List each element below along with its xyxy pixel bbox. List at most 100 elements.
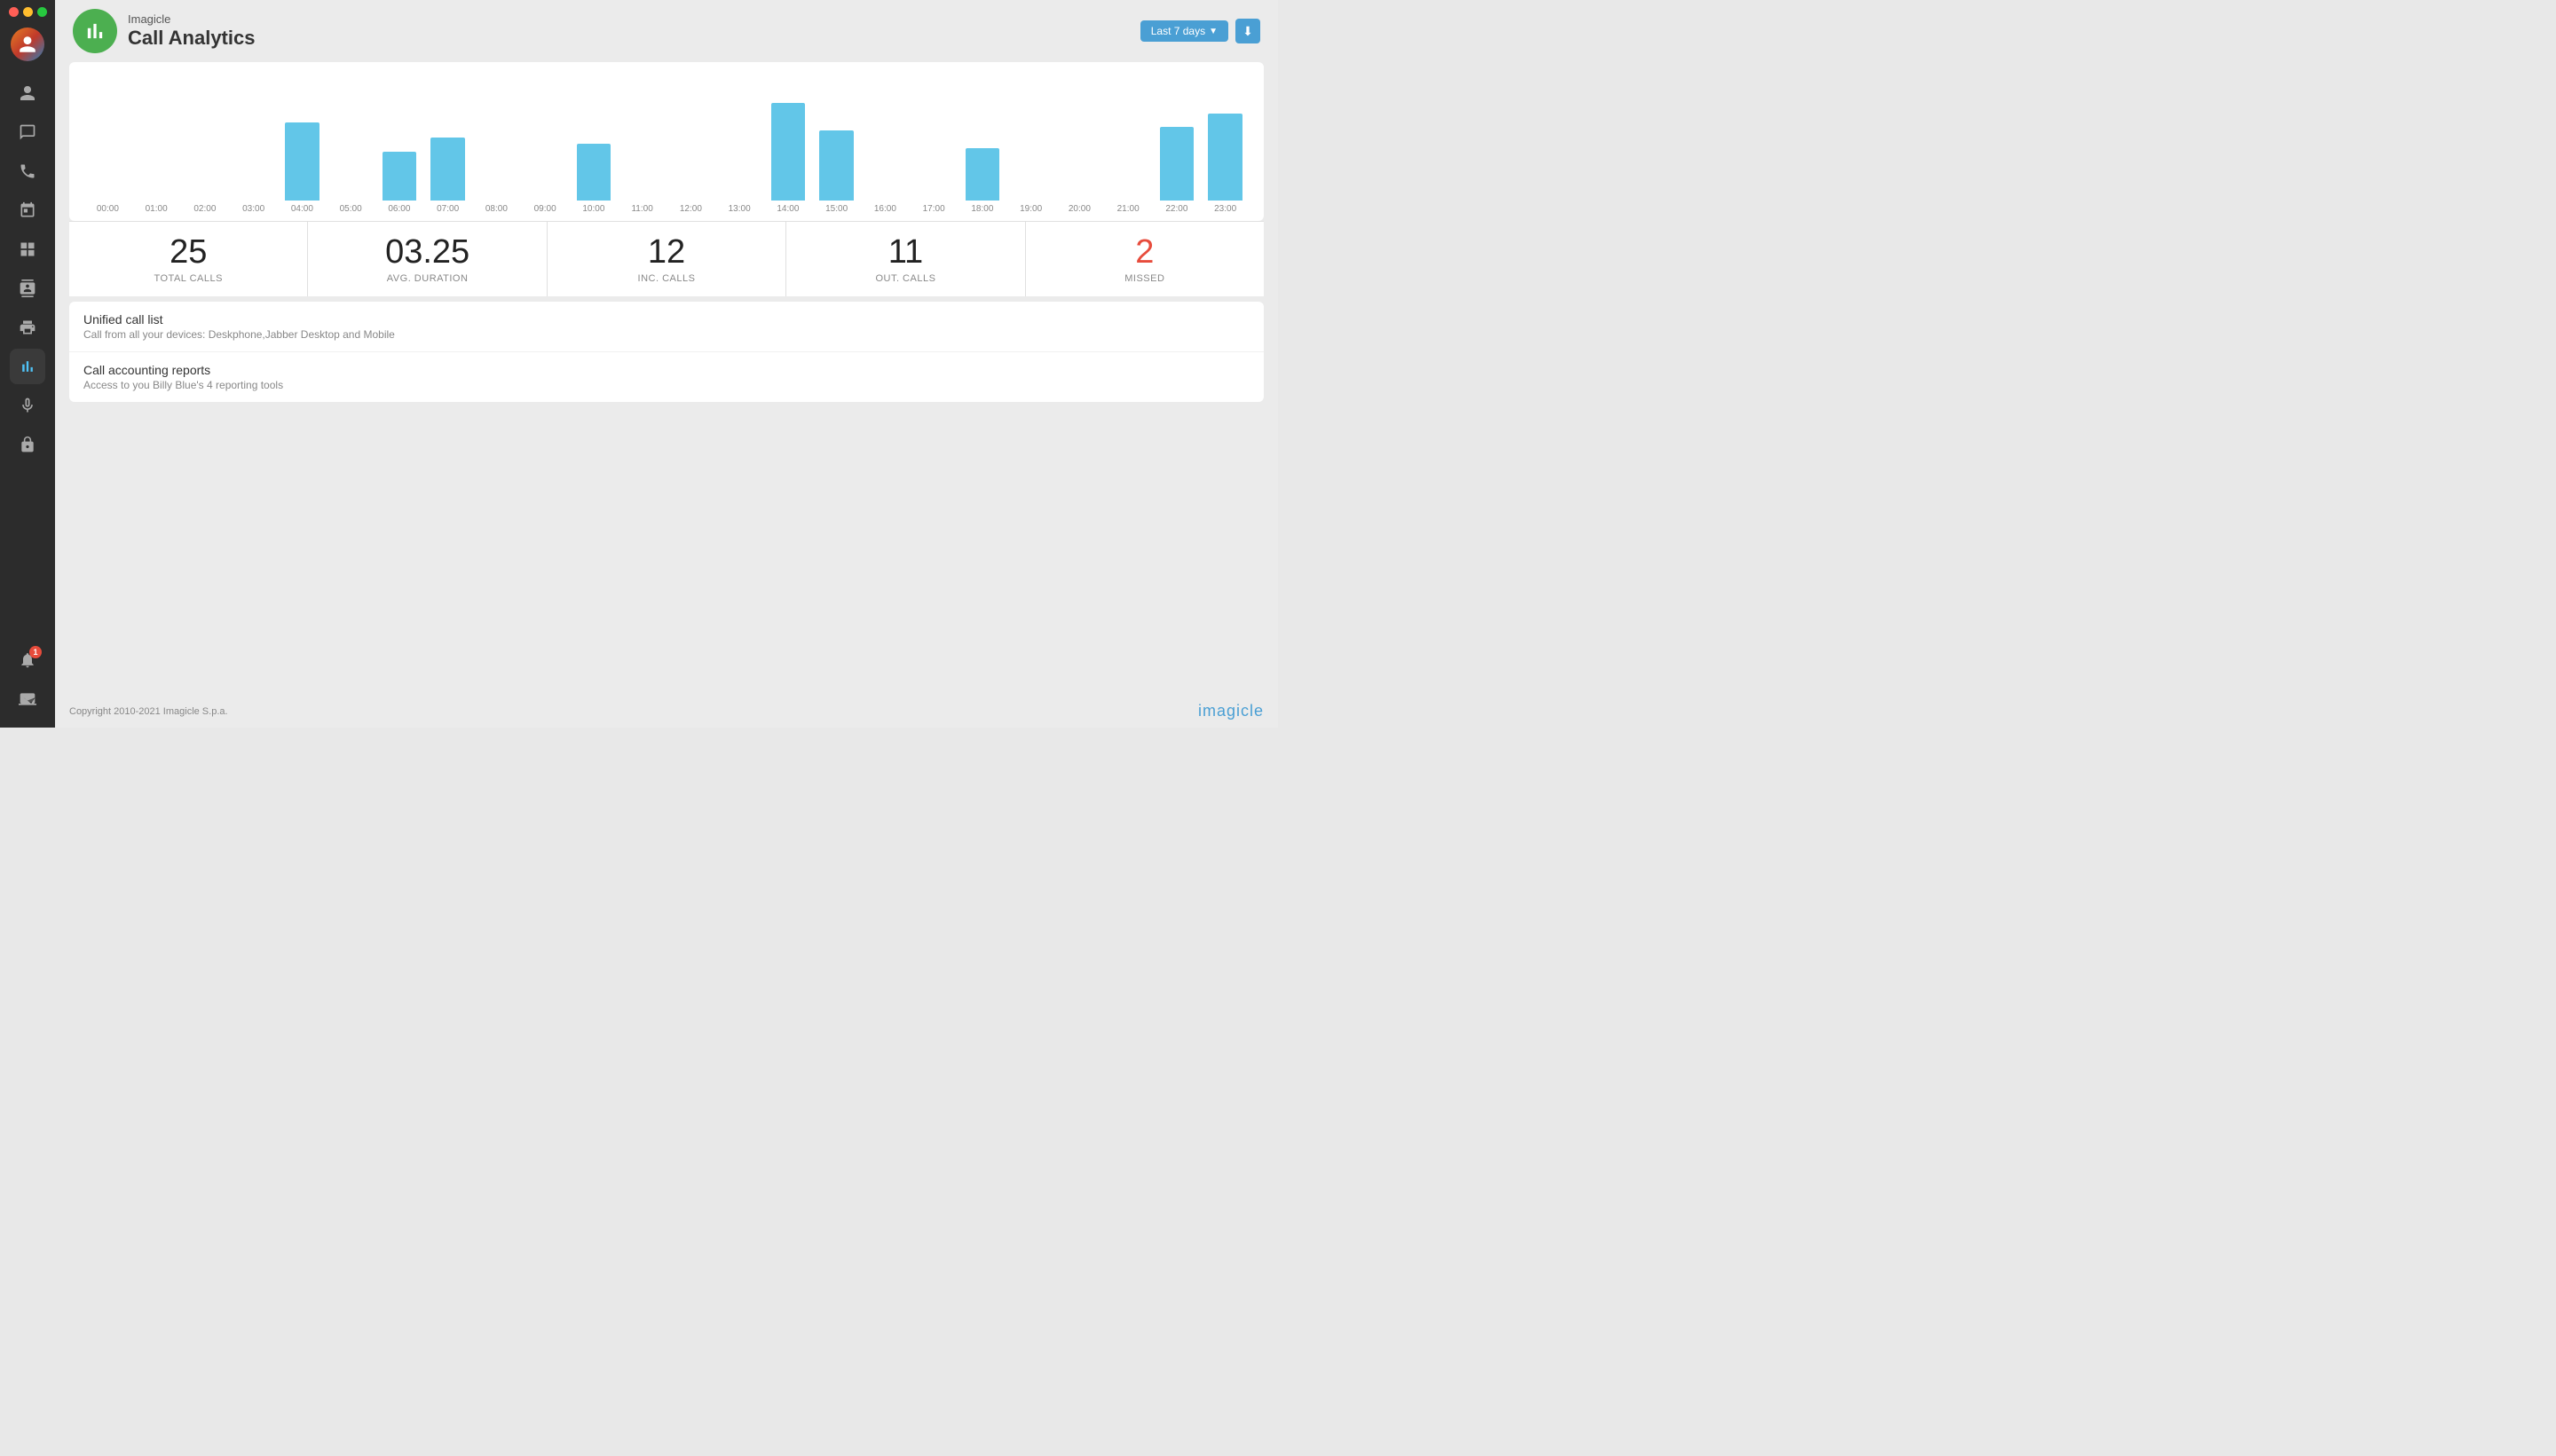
chart-label: 05:00 (327, 204, 375, 214)
chart-label: 20:00 (1055, 204, 1104, 214)
chart-bar-group (1104, 94, 1153, 201)
sidebar-item-lock[interactable] (10, 427, 45, 462)
chart-bar (577, 144, 611, 201)
chart-bar-group (570, 94, 619, 201)
copyright-text: Copyright 2010-2021 Imagicle S.p.a. (69, 706, 228, 717)
sidebar-item-calendar[interactable] (10, 193, 45, 228)
chart-bar-group (764, 94, 813, 201)
chart-bar (966, 148, 999, 201)
chart-bar-group (1201, 94, 1250, 201)
sidebar-navigation (0, 75, 55, 462)
chart-bar-group (375, 94, 424, 201)
chart-bar (771, 103, 805, 201)
chart-bar-group (278, 94, 327, 201)
sidebar-item-user[interactable] (10, 75, 45, 111)
chart-label: 12:00 (667, 204, 715, 214)
chart-bar (819, 130, 853, 201)
sidebar-item-print[interactable] (10, 310, 45, 345)
stat-label-out-calls: OUT. CALLS (875, 273, 935, 284)
brand-logo-text: imagicle (1198, 702, 1264, 720)
maximize-button[interactable] (37, 7, 47, 17)
chart-label: 11:00 (618, 204, 667, 214)
chart-label: 16:00 (861, 204, 910, 214)
sidebar-item-mic[interactable] (10, 388, 45, 423)
chart-x-axis: 00:0001:0002:0003:0004:0005:0006:0007:00… (83, 204, 1250, 214)
chart-bar-group (1006, 94, 1055, 201)
stat-item-missed: 2MISSED (1026, 222, 1264, 296)
chart-bar-group (521, 94, 570, 201)
stat-label-missed: MISSED (1124, 273, 1164, 284)
sidebar-bottom: 1 (10, 642, 45, 728)
sidebar: 1 (0, 0, 55, 728)
chart-label: 01:00 (132, 204, 181, 214)
chart-bar-group (618, 94, 667, 201)
sidebar-item-screenshare[interactable] (10, 681, 45, 717)
avatar[interactable] (11, 28, 44, 61)
chart-bar-group (910, 94, 958, 201)
chart-area (83, 76, 1250, 201)
footer: Copyright 2010-2021 Imagicle S.p.a. imag… (55, 695, 1278, 728)
chart-label: 07:00 (423, 204, 472, 214)
traffic-lights (0, 7, 47, 17)
chart-bar (1208, 114, 1242, 201)
main-content: Imagicle Call Analytics Last 7 days ▼ ⬇ … (55, 0, 1278, 728)
chart-card: 00:0001:0002:0003:0004:0005:0006:0007:00… (69, 62, 1264, 221)
chart-bar (1160, 127, 1194, 201)
header-right: Last 7 days ▼ ⬇ (1140, 19, 1260, 43)
chart-bar-group (958, 94, 1007, 201)
close-button[interactable] (9, 7, 19, 17)
stat-value-missed: 2 (1135, 234, 1154, 272)
chart-label: 14:00 (764, 204, 813, 214)
chart-label: 23:00 (1201, 204, 1250, 214)
stat-value-out-calls: 11 (888, 234, 923, 272)
chart-bar (430, 138, 464, 201)
chart-bar-group (472, 94, 521, 201)
chart-label: 08:00 (472, 204, 521, 214)
sidebar-item-grid[interactable] (10, 232, 45, 267)
chart-bar-group (132, 94, 181, 201)
date-filter-label: Last 7 days (1151, 25, 1205, 37)
stat-item-total-calls: 25TOTAL CALLS (69, 222, 308, 296)
stat-label-total-calls: TOTAL CALLS (154, 273, 222, 284)
stat-value-avg-duration: 03.25 (385, 234, 469, 272)
chart-bar-group (715, 94, 764, 201)
chart-bar-group (812, 94, 861, 201)
link-item-call-accounting-reports[interactable]: Call accounting reportsAccess to you Bil… (69, 352, 1264, 402)
chart-bar-group (1153, 94, 1202, 201)
sidebar-item-phone[interactable] (10, 153, 45, 189)
sidebar-item-chat[interactable] (10, 114, 45, 150)
stat-label-inc-calls: INC. CALLS (638, 273, 696, 284)
sidebar-item-notifications[interactable]: 1 (10, 642, 45, 678)
app-name: Call Analytics (128, 27, 255, 50)
stat-value-total-calls: 25 (170, 234, 207, 272)
content-area: 00:0001:0002:0003:0004:0005:0006:0007:00… (55, 62, 1278, 695)
links-section: Unified call listCall from all your devi… (69, 302, 1264, 402)
app-title: Imagicle Call Analytics (128, 12, 255, 50)
chart-label: 17:00 (910, 204, 958, 214)
chart-bar-group (667, 94, 715, 201)
chart-label: 13:00 (715, 204, 764, 214)
link-title: Call accounting reports (83, 363, 1250, 377)
app-header: Imagicle Call Analytics Last 7 days ▼ ⬇ (55, 0, 1278, 62)
date-filter-button[interactable]: Last 7 days ▼ (1140, 20, 1228, 42)
download-icon[interactable]: ⬇ (1235, 19, 1260, 43)
chart-bar-group (229, 94, 278, 201)
chevron-down-icon: ▼ (1209, 27, 1218, 36)
sidebar-item-analytics[interactable] (10, 349, 45, 384)
sidebar-item-contacts[interactable] (10, 271, 45, 306)
link-item-unified-call-list[interactable]: Unified call listCall from all your devi… (69, 302, 1264, 352)
chart-label: 03:00 (229, 204, 278, 214)
link-title: Unified call list (83, 312, 1250, 327)
chart-label: 00:00 (83, 204, 132, 214)
stat-item-avg-duration: 03.25AVG. DURATION (308, 222, 547, 296)
chart-bar-group (181, 94, 230, 201)
chart-bar-group (83, 94, 132, 201)
chart-bar-group (423, 94, 472, 201)
chart-bar-group (1055, 94, 1104, 201)
chart-label: 22:00 (1153, 204, 1202, 214)
chart-label: 18:00 (958, 204, 1007, 214)
app-brand: Imagicle (128, 12, 255, 27)
minimize-button[interactable] (23, 7, 33, 17)
chart-bar (383, 152, 416, 201)
chart-label: 15:00 (812, 204, 861, 214)
